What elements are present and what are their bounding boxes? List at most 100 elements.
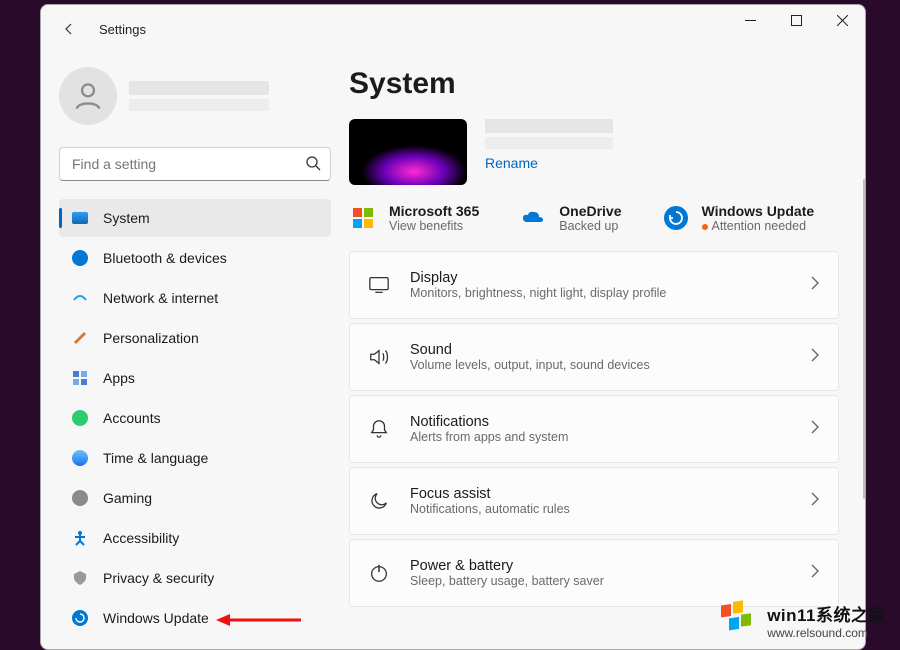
profile-name-blurred — [129, 81, 269, 95]
setting-list: Display Monitors, brightness, night ligh… — [349, 251, 841, 607]
power-icon — [368, 562, 390, 584]
chevron-right-icon — [810, 276, 820, 295]
gaming-icon — [71, 489, 89, 507]
system-icon — [71, 209, 89, 227]
content: System Rename Microsoft 365 View be — [349, 53, 865, 649]
watermark: win11系统之家 www.relsound.com — [713, 596, 890, 644]
bell-icon — [368, 418, 390, 440]
status-card-sub: Attention needed — [702, 219, 815, 233]
profile-text — [129, 81, 269, 111]
sidebar-item-label: Privacy & security — [103, 570, 214, 586]
chevron-right-icon — [810, 420, 820, 439]
sidebar-item-privacy[interactable]: Privacy & security — [59, 559, 331, 597]
status-card-update[interactable]: Windows Update Attention needed — [662, 203, 815, 233]
sidebar-item-label: Personalization — [103, 330, 199, 346]
sidebar-item-label: Windows Update — [103, 610, 209, 626]
profile-block[interactable] — [59, 61, 331, 143]
brush-icon — [71, 329, 89, 347]
search-input[interactable] — [59, 147, 331, 181]
chevron-right-icon — [810, 492, 820, 511]
sidebar-item-time[interactable]: Time & language — [59, 439, 331, 477]
profile-email-blurred — [129, 99, 269, 111]
maximize-button[interactable] — [773, 5, 819, 35]
page-title: System — [349, 67, 841, 101]
setting-desc: Alerts from apps and system — [410, 430, 790, 444]
search-icon — [305, 155, 321, 176]
window-title: Settings — [99, 22, 146, 37]
sidebar-item-bluetooth[interactable]: Bluetooth & devices — [59, 239, 331, 277]
setting-display[interactable]: Display Monitors, brightness, night ligh… — [349, 251, 839, 319]
status-card-m365[interactable]: Microsoft 365 View benefits — [349, 203, 479, 233]
wifi-icon — [71, 289, 89, 307]
setting-desc: Volume levels, output, input, sound devi… — [410, 358, 790, 372]
window-controls — [727, 5, 865, 35]
sidebar-item-label: Bluetooth & devices — [103, 250, 227, 266]
close-button[interactable] — [819, 5, 865, 35]
sound-icon — [368, 346, 390, 368]
status-card-onedrive[interactable]: OneDrive Backed up — [519, 203, 621, 233]
sidebar-item-gaming[interactable]: Gaming — [59, 479, 331, 517]
chevron-right-icon — [810, 348, 820, 367]
accounts-icon — [71, 409, 89, 427]
sidebar-item-system[interactable]: System — [59, 199, 331, 237]
globe-icon — [71, 449, 89, 467]
sidebar-item-label: Accessibility — [103, 530, 179, 546]
minimize-button[interactable] — [727, 5, 773, 35]
rename-link[interactable]: Rename — [485, 155, 538, 171]
status-cards: Microsoft 365 View benefits OneDrive Bac… — [349, 203, 841, 233]
setting-focus[interactable]: Focus assist Notifications, automatic ru… — [349, 467, 839, 535]
m365-icon — [349, 204, 377, 232]
avatar — [59, 67, 117, 125]
sidebar-item-label: Network & internet — [103, 290, 218, 306]
maximize-icon — [791, 15, 802, 26]
sidebar-item-label: Accounts — [103, 410, 161, 426]
sidebar-item-label: Time & language — [103, 450, 208, 466]
setting-desc: Monitors, brightness, night light, displ… — [410, 286, 790, 300]
setting-title: Power & battery — [410, 558, 790, 574]
sidebar-item-update[interactable]: Windows Update — [59, 599, 331, 637]
device-model-blurred — [485, 137, 613, 149]
setting-desc: Notifications, automatic rules — [410, 502, 790, 516]
device-name-blurred — [485, 119, 613, 133]
attention-dot-icon — [702, 224, 708, 230]
scrollbar[interactable] — [863, 179, 865, 499]
chevron-right-icon — [810, 564, 820, 583]
shield-icon — [71, 569, 89, 587]
minimize-icon — [745, 15, 756, 26]
status-card-title: Windows Update — [702, 203, 815, 219]
setting-title: Display — [410, 270, 790, 286]
back-arrow-icon — [61, 21, 77, 37]
titlebar: Settings — [41, 5, 865, 53]
bluetooth-icon — [71, 249, 89, 267]
status-card-sub: View benefits — [389, 219, 479, 233]
status-card-title: Microsoft 365 — [389, 203, 479, 219]
watermark-logo-icon — [717, 600, 757, 640]
status-card-sub: Backed up — [559, 219, 621, 233]
sidebar-item-accounts[interactable]: Accounts — [59, 399, 331, 437]
back-button[interactable] — [49, 9, 89, 49]
sidebar: System Bluetooth & devices Network & int… — [41, 53, 349, 649]
update-icon — [71, 609, 89, 627]
update-status-icon — [662, 204, 690, 232]
body: System Bluetooth & devices Network & int… — [41, 53, 865, 649]
search-wrap — [59, 147, 331, 181]
apps-icon — [71, 369, 89, 387]
accessibility-icon — [71, 529, 89, 547]
status-card-title: OneDrive — [559, 203, 621, 219]
setting-title: Focus assist — [410, 486, 790, 502]
setting-sound[interactable]: Sound Volume levels, output, input, soun… — [349, 323, 839, 391]
sidebar-item-network[interactable]: Network & internet — [59, 279, 331, 317]
sidebar-item-label: Apps — [103, 370, 135, 386]
settings-window: Settings — [40, 4, 866, 650]
sidebar-item-label: Gaming — [103, 490, 152, 506]
sidebar-item-accessibility[interactable]: Accessibility — [59, 519, 331, 557]
sidebar-item-personalization[interactable]: Personalization — [59, 319, 331, 357]
sidebar-item-label: System — [103, 210, 150, 226]
device-info: Rename — [485, 119, 613, 173]
device-row: Rename — [349, 119, 841, 185]
setting-title: Notifications — [410, 414, 790, 430]
setting-notifications[interactable]: Notifications Alerts from apps and syste… — [349, 395, 839, 463]
sidebar-item-apps[interactable]: Apps — [59, 359, 331, 397]
wallpaper-thumbnail[interactable] — [349, 119, 467, 185]
watermark-url: www.relsound.com — [767, 626, 886, 640]
